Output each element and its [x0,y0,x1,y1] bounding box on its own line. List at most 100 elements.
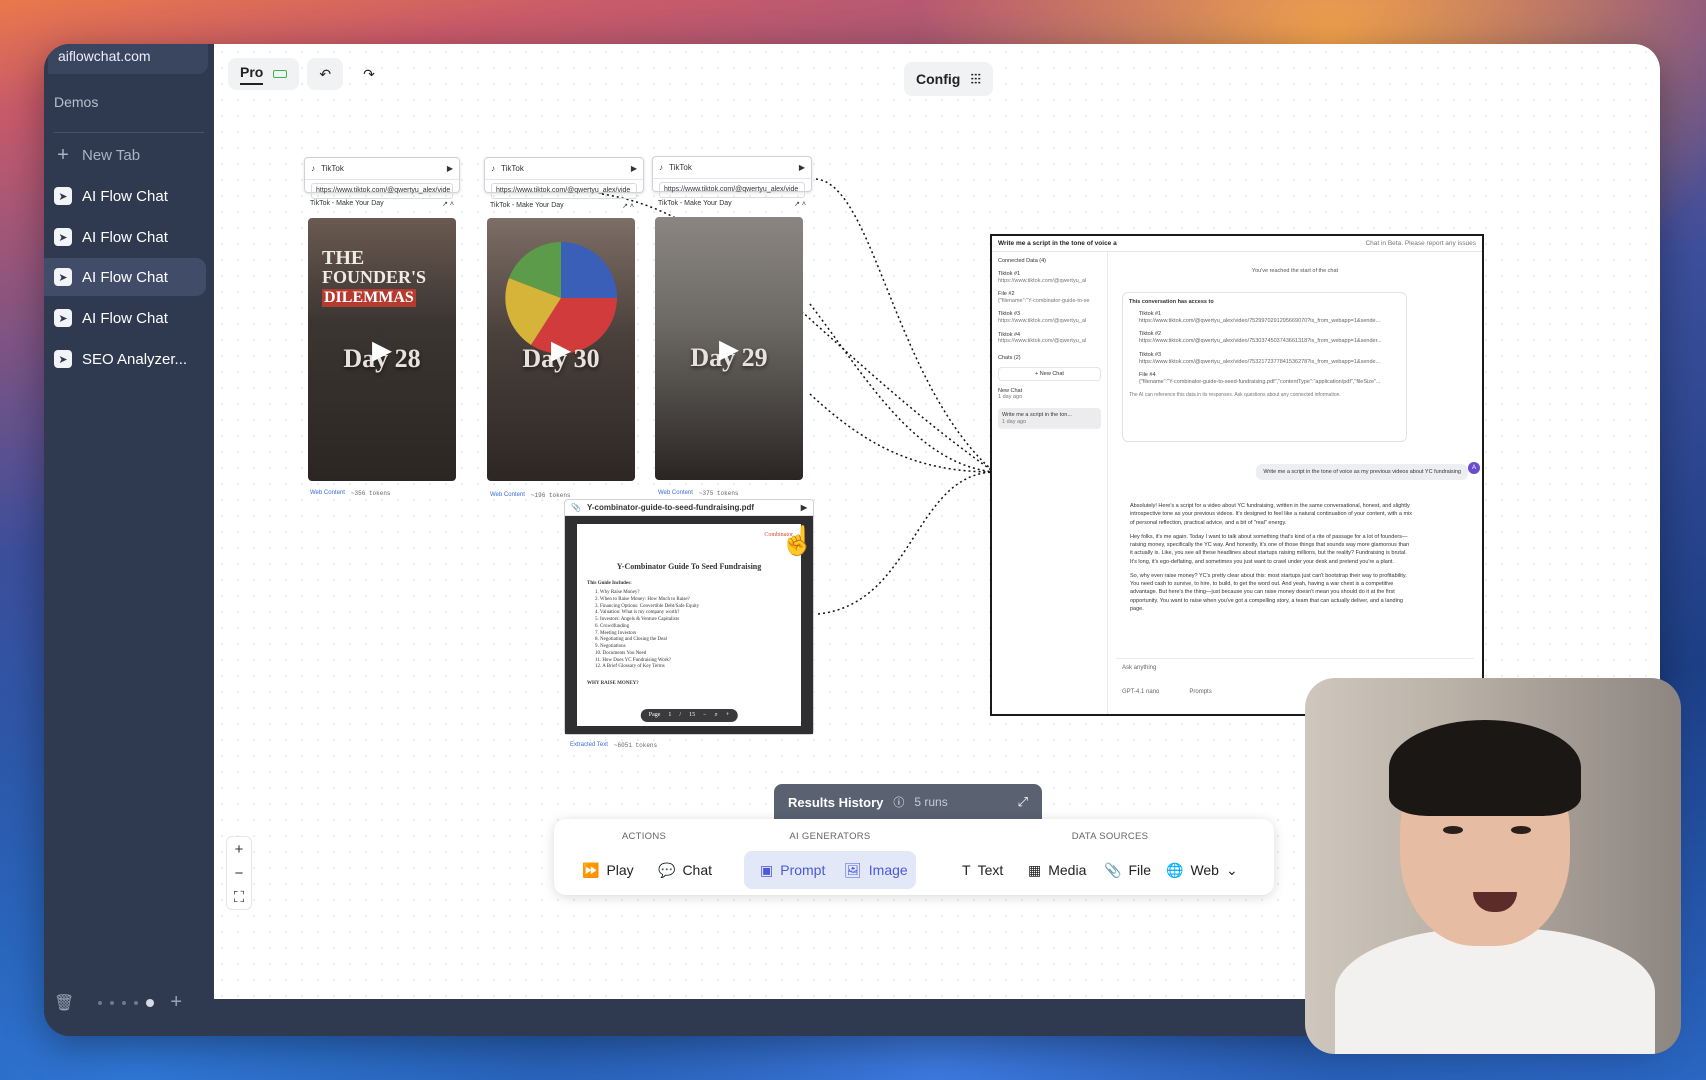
chat-history-item-active[interactable]: Write me a script in the ton... 1 day ago [998,407,1101,430]
external-link-icon[interactable]: ↗ ˄ [442,200,454,208]
zoom-in-icon[interactable]: + [726,712,729,719]
node-footer[interactable]: Web Content ~375 tokens [652,486,808,500]
zoom-controls: + − ⛶ [226,836,252,910]
pdf-viewer[interactable]: Combinator Y-Combinator Guide To Seed Fu… [565,516,813,734]
card-title: TikTok - Make Your Day ↗ ˄ [484,199,640,213]
sidebar-item-seo-analyzer[interactable]: ➤ SEO Analyzer... [44,340,206,378]
media-icon: ▦ [1028,861,1042,878]
start-note: You've reached the start of the chat [1251,268,1339,274]
run-icon[interactable]: ▶ [801,503,807,512]
list-item: 4. Valuation: What is my company worth? [595,610,680,616]
expand-icon[interactable]: ⤢ [1018,794,1028,810]
play-button[interactable]: ⏩ Play [572,853,644,887]
web-button[interactable]: 🌐 Web ⌄ [1156,853,1248,887]
external-link-icon[interactable]: ↗ ˄ [794,200,806,208]
connected-item[interactable]: Tiktok #3 https://www.tiktok.com/@qwertyu… [998,311,1101,324]
sidebar-item-label: AI Flow Chat [82,309,168,327]
zoom-in-button[interactable]: + [235,841,244,858]
access-item: Tiktok #1 https://www.tiktok.com/@qwertyu… [1139,311,1381,325]
image-button[interactable]: 🖼 Image [834,853,918,887]
tiktok-node-1[interactable]: ♪ TikTok ▶ https://www.tiktok.com/@qwertyu… [304,157,460,199]
ai-generators-group: AI GENERATORS ▣ Prompt 🖼 Image [744,819,916,895]
prompts-button[interactable]: Prompts [1189,689,1211,695]
video-thumbnail-1[interactable]: THE FOUNDER'S DILEMMAS Day 28 ▶ [308,218,456,481]
node-header: ♪ TikTok ▶ [305,158,459,180]
chats-label: Chats (2) [998,354,1021,361]
caption-line: THE [322,247,365,269]
zoom-out-button[interactable]: − [235,865,244,882]
pdf-node[interactable]: 📎 Y-combinator-guide-to-seed-fundraising.… [564,499,814,735]
url-field[interactable]: https://www.tiktok.com/@qwertyu_alex/vid… [659,182,805,198]
tiktok-node-3[interactable]: ♪ TikTok ▶ https://www.tiktok.com/@qwertyu… [652,156,812,198]
chat-history-item[interactable]: New Chat 1 day ago [998,388,1101,401]
sidebar-item-ai-flow-chat-3[interactable]: ➤ AI Flow Chat [44,258,206,296]
connected-item[interactable]: Tiktok #4 https://www.tiktok.com/@qwertyu… [998,332,1101,345]
model-select[interactable]: GPT-4.1 nano [1122,689,1159,695]
bottom-toolbar: ACTIONS ⏩ Play 💬 Chat AI GENERATORS ▣ Promp… [554,819,1274,895]
list-item: 9. Negotiations [595,644,626,649]
new-tab-button[interactable]: + New Tab [44,136,206,174]
run-icon[interactable]: ▶ [631,164,637,173]
sidebar-item-label: AI Flow Chat [82,187,168,205]
group-label: AI GENERATORS [789,831,871,842]
text-button[interactable]: T Text [952,853,1013,887]
chat-bubble-icon: 💬 [658,861,676,878]
image-icon: 🖼 [844,861,862,878]
pdf-footer[interactable]: Extracted Text ~6051 tokens [564,738,814,752]
node-header: ♪ TikTok ▶ [485,158,643,180]
undo-button[interactable]: ↶ [307,58,344,90]
tiktok-icon: ♪ [659,163,663,172]
connected-item[interactable]: Tiktok #1 https://www.tiktok.com/@qwertyu… [998,271,1101,284]
send-icon: ➤ [54,309,72,327]
pdf-heading: Y-Combinator Guide To Seed Fundraising [616,562,762,571]
list-item: 3. Financing Options: Convertible Debt/S… [595,603,700,609]
sidebar-item-ai-flow-chat-1[interactable]: ➤ AI Flow Chat [44,177,206,215]
video-thumbnail-3[interactable]: Day 29 ▶ [655,217,803,480]
page-current[interactable]: 1 [668,712,671,719]
node-footer[interactable]: Web Content ~356 tokens [304,486,460,500]
trash-icon[interactable]: 🗑 [54,993,74,1013]
undo-icon: ↶ [319,65,332,82]
pdf-includes: This Guide Includes: [587,581,632,586]
paperclip-icon: 📎 [571,503,581,512]
fit-view-button[interactable]: ⛶ [234,889,245,906]
info-icon: ⓘ [893,797,905,809]
external-link-icon[interactable]: ↗ ˄ [622,202,634,210]
file-button[interactable]: 📎 File [1094,853,1161,887]
new-chat-button[interactable]: + New Chat [998,366,1101,381]
list-item: 5. Investors: Angels & Venture Capitalis… [595,617,680,622]
connected-item[interactable]: File #2 {"filename":"Y-combinator-guide-t… [998,291,1101,304]
chat-button[interactable]: 💬 Chat [648,853,722,887]
tiktok-node-2[interactable]: ♪ TikTok ▶ https://www.tiktok.com/@qwertyu… [484,157,644,199]
send-icon: ➤ [54,268,72,286]
url-field[interactable]: https://www.tiktok.com/@qwertyu_alex/vid… [491,183,637,199]
sidebar-item-ai-flow-chat-4[interactable]: ➤ AI Flow Chat [44,299,206,337]
page-dots[interactable] [98,998,155,1007]
plus-icon: + [57,143,69,166]
text-icon: T [962,862,971,878]
play-icon[interactable]: ▶ [719,333,739,364]
sidebar-item-ai-flow-chat-2[interactable]: ➤ AI Flow Chat [44,218,206,256]
page-total: 15 [689,712,696,718]
run-icon[interactable]: ▶ [447,164,453,173]
plan-toggle[interactable]: Pro [228,58,300,90]
video-thumbnail-2[interactable]: Day 30 ▶ [487,218,635,481]
address-domain[interactable]: aiflowchat.com [48,44,208,74]
chat-node[interactable]: Write me a script in the tone of voice a… [990,234,1484,716]
sliders-icon: ⫶⫶⫶ [970,70,981,87]
config-button[interactable]: Config ⫶⫶⫶ [904,62,993,96]
access-card: This conversation has access to Tiktok #… [1122,292,1407,442]
zoom-out-icon[interactable]: − [703,712,706,719]
media-button[interactable]: ▦ Media [1018,853,1096,887]
pdf-section: WHY RAISE MONEY? [587,681,639,686]
pdf-pager[interactable]: Page 1 / 15 − ⌕ + [640,709,738,722]
add-space-icon[interactable]: + [170,991,182,1014]
founders-caption: THE FOUNDER'S DILEMMAS [322,248,426,307]
play-icon[interactable]: ▶ [372,334,392,365]
prompt-button[interactable]: ▣ Prompt [750,853,835,887]
play-icon[interactable]: ▶ [551,334,571,365]
redo-button[interactable]: ↷ [351,58,387,90]
run-icon[interactable]: ▶ [799,163,805,172]
zoom-icon[interactable]: ⌕ [714,712,717,719]
results-history-tab[interactable]: Results History ⓘ 5 runs ⤢ [774,784,1042,820]
